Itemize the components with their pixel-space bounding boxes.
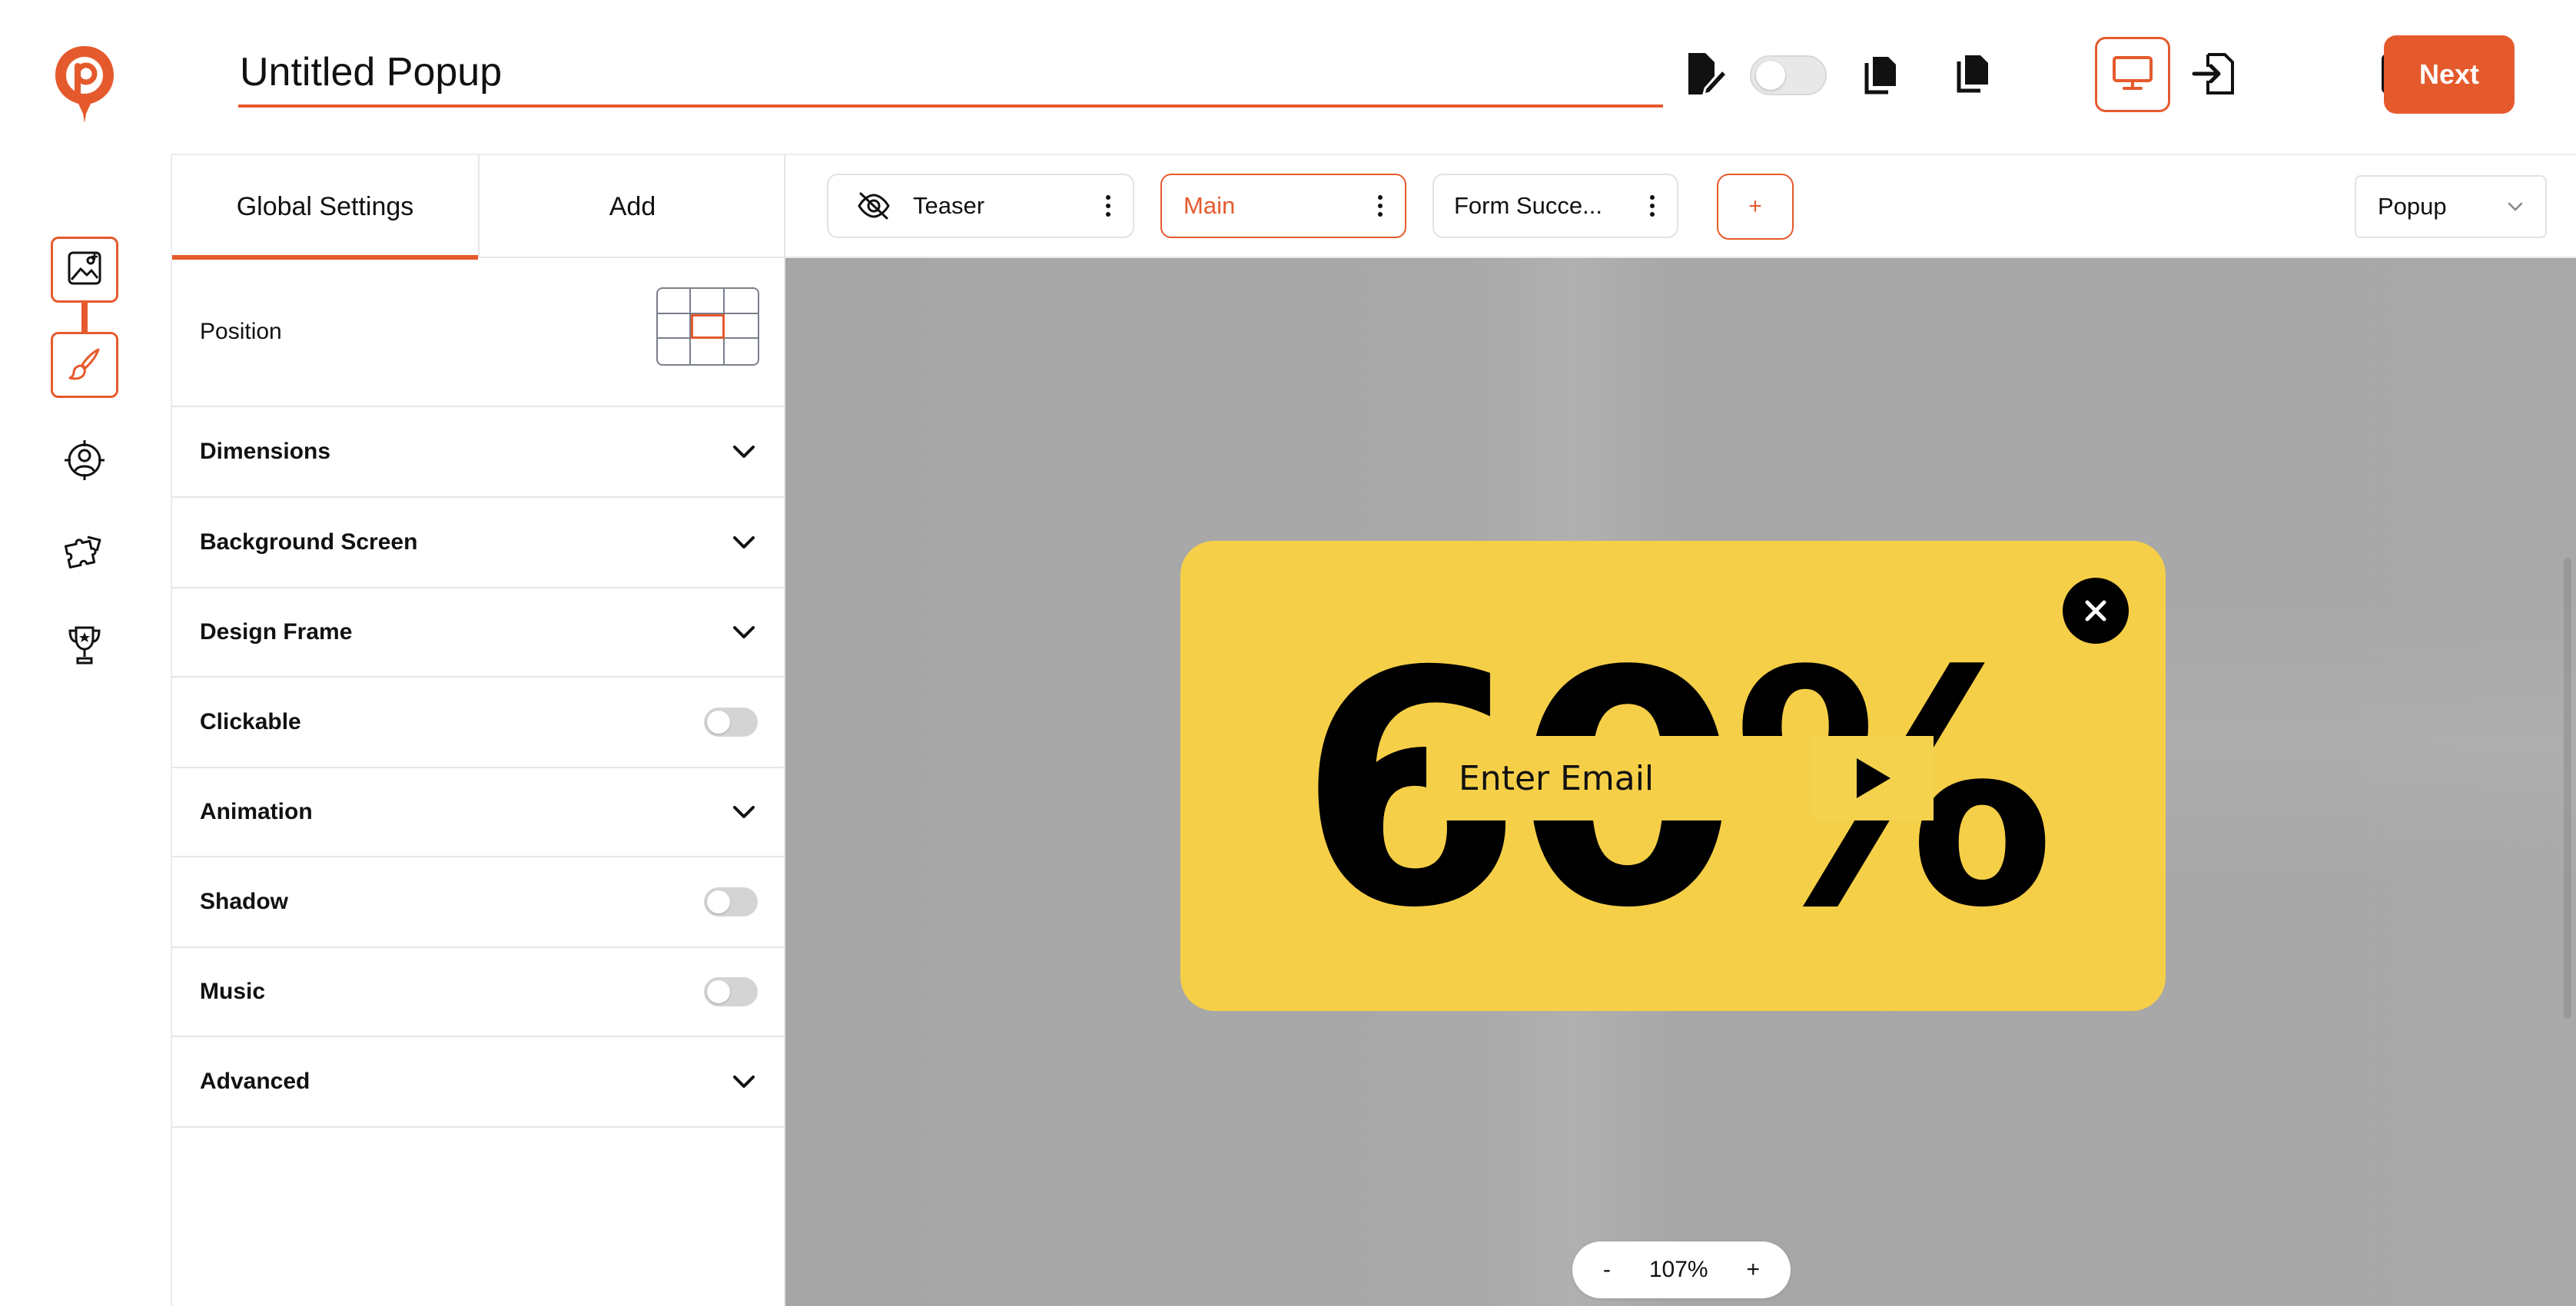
edit-document-icon [1682,50,1730,101]
app-root: Next Global Settings Add Position Dimens… [0,0,2576,1306]
popup-preview[interactable]: 60% Enter Email [1180,541,2166,1011]
position-middle-left[interactable] [658,313,692,340]
panel-tabs: Global Settings Add [172,155,785,260]
add-step-button[interactable]: + [1717,174,1794,240]
zoom-out-button[interactable]: - [1603,1257,1611,1283]
animation-row[interactable]: Animation [172,768,785,857]
position-top-left[interactable] [658,289,692,314]
target-user-icon [61,439,108,486]
zoom-in-button[interactable]: + [1746,1257,1760,1283]
position-top-center[interactable] [691,289,725,314]
copy-icon [1862,52,1900,99]
dimensions-label: Dimensions [200,439,331,464]
top-bar: Next [171,0,2576,154]
music-label: Music [200,979,266,1004]
view-type-select[interactable]: Popup [2355,175,2547,238]
more-vertical-icon[interactable] [1377,194,1383,217]
position-top-right[interactable] [724,289,758,314]
chevron-down-icon [733,536,755,549]
music-toggle[interactable] [704,977,758,1006]
step-tab-main[interactable]: Main [1160,174,1406,238]
step-tab-label: Teaser [913,192,985,219]
popup-title-input[interactable] [238,40,1663,104]
puzzle-icon [61,532,108,579]
rail-integrations-button[interactable] [51,522,118,588]
position-grid[interactable] [656,287,759,366]
settings-panel: Global Settings Add Position Dimensions … [171,154,785,1306]
popup-close-button[interactable] [2063,578,2129,644]
music-row: Music [172,948,785,1037]
zoom-level: 107% [1648,1257,1708,1282]
position-bottom-left[interactable] [658,339,692,364]
tab-global-settings[interactable]: Global Settings [172,155,480,260]
zoom-control: - 107% + [1572,1241,1791,1298]
more-vertical-icon[interactable] [1649,194,1655,217]
close-icon [2085,600,2106,622]
step-tab-label: Main [1183,192,1236,219]
left-rail [0,0,171,1306]
animation-label: Animation [200,799,313,824]
design-frame-row[interactable]: Design Frame [172,588,785,678]
steps-bar: Teaser Main Form Succe... + Popup [785,154,2576,258]
rail-targeting-button[interactable] [51,429,118,495]
shadow-toggle[interactable] [704,887,758,917]
canvas-scrollbar[interactable] [2564,558,2571,1019]
desktop-view-button[interactable] [2095,37,2170,112]
image-icon [67,250,102,290]
next-button[interactable]: Next [2384,35,2515,114]
import-button[interactable] [2183,43,2244,108]
play-arrow-icon [1857,758,1891,798]
duplicate-icon [1953,52,1991,99]
step-tab-label: Form Succe... [1454,192,1602,219]
duplicate-button[interactable] [1941,43,2003,108]
rail-design-button[interactable] [51,237,118,303]
more-vertical-icon[interactable] [1105,194,1111,217]
background-screen-label: Background Screen [200,529,418,555]
rail-style-button[interactable] [51,332,118,398]
edit-document-button[interactable] [1675,43,1737,108]
publish-toggle[interactable] [1750,55,1827,95]
dimensions-row[interactable]: Dimensions [172,407,785,498]
position-middle-right[interactable] [724,314,758,340]
editor-canvas[interactable]: 60% Enter Email - 107% + [785,258,2576,1306]
title-field-wrapper [238,40,1663,108]
chevron-down-icon [2508,202,2523,211]
step-tab-form-success[interactable]: Form Succe... [1432,174,1678,238]
chevron-down-icon [733,1076,755,1088]
position-row: Position [172,258,785,407]
rail-connector [81,303,88,333]
clickable-label: Clickable [200,709,301,734]
app-logo[interactable] [54,45,115,124]
clickable-row: Clickable [172,678,785,768]
eye-off-icon[interactable] [856,192,891,220]
desktop-icon [2112,55,2153,94]
background-screen-row[interactable]: Background Screen [172,498,785,588]
clickable-toggle[interactable] [704,708,758,737]
submit-button[interactable] [1811,736,1934,820]
copy-button[interactable] [1851,43,1912,108]
tab-add[interactable]: Add [480,155,785,258]
position-bottom-right[interactable] [725,339,758,364]
shadow-label: Shadow [200,889,289,914]
chevron-down-icon [733,806,755,818]
design-frame-label: Design Frame [200,619,353,645]
advanced-row[interactable]: Advanced [172,1037,785,1128]
trophy-icon [67,625,102,671]
email-input[interactable]: Enter Email [1426,736,1826,820]
chevron-down-icon [733,626,755,638]
view-type-value: Popup [2378,193,2447,220]
advanced-label: Advanced [200,1069,310,1094]
export-icon [2191,51,2236,100]
position-label: Position [200,319,282,344]
rail-goals-button[interactable] [51,615,118,681]
position-bottom-center[interactable] [691,339,725,364]
shadow-row: Shadow [172,857,785,948]
chevron-down-icon [733,446,755,458]
brush-icon [66,345,103,386]
position-middle-center[interactable] [691,313,725,340]
step-tab-teaser[interactable]: Teaser [827,174,1134,238]
